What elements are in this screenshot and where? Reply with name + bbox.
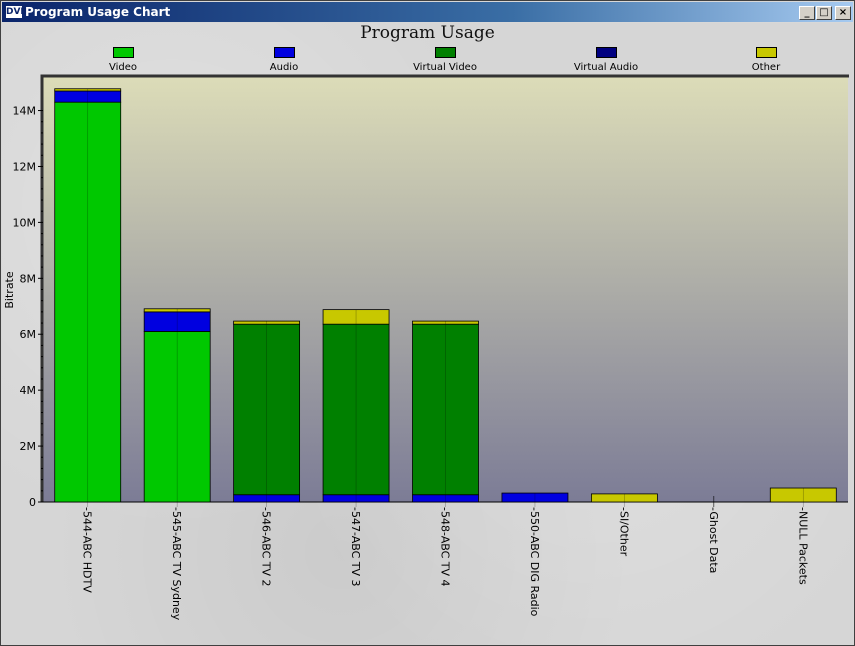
y-tick-label: 4M [20,384,37,397]
y-tick-label: 14M [13,105,37,118]
x-category-label: -550-ABC DIG Radio [528,507,541,617]
y-tick-label: 0 [29,496,36,509]
y-tick-label: 6M [20,328,37,341]
x-category-label: -544-ABC HDTV [81,507,94,593]
chart-svg: 0 2M 4M 6M 8M 10M 12M 14M -544-ABC HDTV -545-ABC… [3,74,849,621]
y-tick-label: 12M [13,160,37,173]
x-category-label: -547-ABC TV 3 [349,507,362,587]
y-tick-label: 8M [20,272,37,285]
x-category-label: -548-ABC TV 4 [439,507,452,587]
x-category-label: -546-ABC TV 2 [260,507,273,587]
y-tick-label: 10M [13,216,37,229]
x-category-label: -SI/Other [617,507,630,557]
x-category-label: -Ghost Data [707,507,720,573]
x-category-label: -NULL Packets [796,507,809,585]
y-tick-label: 2M [20,440,37,453]
x-category-label: -545-ABC TV Sydney [170,507,183,621]
y-axis-label: Bitrate [3,271,16,308]
